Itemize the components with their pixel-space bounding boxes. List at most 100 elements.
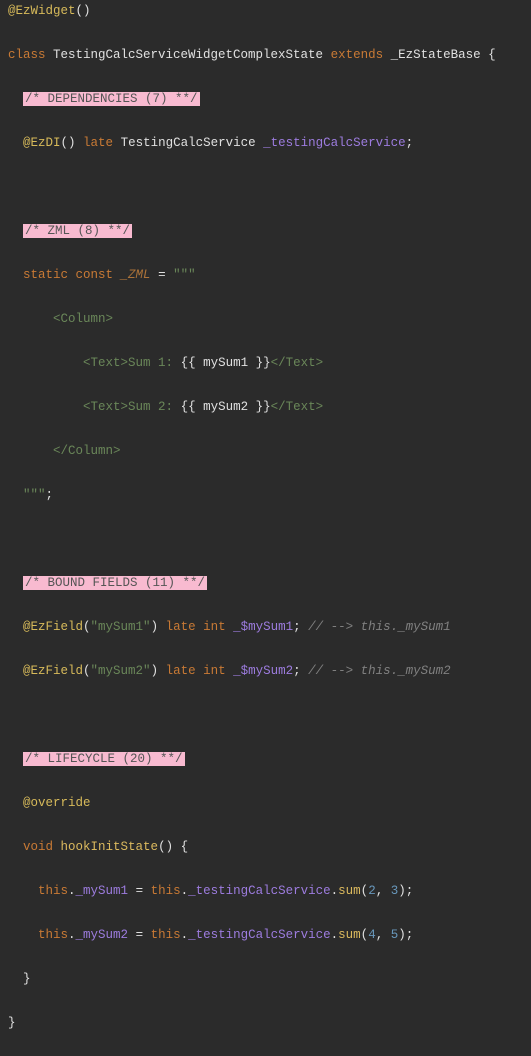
equals: = xyxy=(151,268,174,282)
code-line: </Column> xyxy=(0,440,531,462)
semicolon: ; xyxy=(293,664,301,678)
code-line: static const _ZML = """ xyxy=(0,264,531,286)
string-text: Sum 2: xyxy=(128,400,181,414)
string-text: Sum 1: xyxy=(128,356,181,370)
brace: } xyxy=(8,1016,16,1030)
string-tag: <Text> xyxy=(23,356,128,370)
code-line: /* BOUND FIELDS (11) **/ xyxy=(0,572,531,594)
code-block: @EzWidget() class TestingCalcServiceWidg… xyxy=(0,0,531,1056)
field: _mySum1 xyxy=(76,884,129,898)
identifier: _$mySum2 xyxy=(226,664,294,678)
paren: ( xyxy=(361,884,369,898)
paren-semi: ); xyxy=(398,884,413,898)
keyword: late xyxy=(158,664,203,678)
this: this xyxy=(151,884,181,898)
number: 2 xyxy=(368,884,376,898)
code-line: void hookInitState() { xyxy=(0,836,531,858)
comma: , xyxy=(376,928,391,942)
section-comment: /* BOUND FIELDS (11) **/ xyxy=(23,576,207,590)
comment: // --> this._mySum2 xyxy=(301,664,451,678)
dot: . xyxy=(331,884,339,898)
this: this xyxy=(38,928,68,942)
number: 5 xyxy=(391,928,399,942)
equals: = xyxy=(128,928,151,942)
template-expr: {{ mySum2 }} xyxy=(181,400,271,414)
field: _testingCalcService xyxy=(188,928,331,942)
paren: ) xyxy=(151,664,159,678)
paren: ( xyxy=(83,664,91,678)
paren: ) xyxy=(151,620,159,634)
base-class: _EzStateBase xyxy=(391,48,481,62)
dot: . xyxy=(181,884,189,898)
parens: () xyxy=(61,136,76,150)
number: 3 xyxy=(391,884,399,898)
this: this xyxy=(38,884,68,898)
equals: = xyxy=(128,884,151,898)
code-line: <Text>Sum 2: {{ mySum2 }}</Text> xyxy=(0,396,531,418)
section-comment: /* ZML (8) **/ xyxy=(23,224,132,238)
identifier: _ZML xyxy=(121,268,151,282)
string-tag: <Text> xyxy=(23,400,128,414)
type: TestingCalcService xyxy=(121,136,256,150)
keyword: static const xyxy=(23,268,121,282)
indent xyxy=(8,928,38,942)
semicolon: ; xyxy=(293,620,301,634)
code-line: @EzDI() late TestingCalcService _testing… xyxy=(0,132,531,154)
code-line: <Column> xyxy=(0,308,531,330)
code-line: @EzWidget() xyxy=(0,0,531,22)
paren-semi: ); xyxy=(398,928,413,942)
code-line: } xyxy=(0,1012,531,1034)
code-line: this._mySum1 = this._testingCalcService.… xyxy=(0,880,531,902)
semicolon: ; xyxy=(406,136,414,150)
code-line: this._mySum2 = this._testingCalcService.… xyxy=(0,924,531,946)
string-quote: """ xyxy=(23,488,46,502)
type: int xyxy=(203,664,226,678)
class-name: TestingCalcServiceWidgetComplexState xyxy=(53,48,323,62)
string-content: <Column> xyxy=(23,312,113,326)
comment: // --> this._mySum1 xyxy=(301,620,451,634)
comma: , xyxy=(376,884,391,898)
keyword: void xyxy=(23,840,61,854)
code-line: } xyxy=(0,968,531,990)
template-expr: {{ mySum1 }} xyxy=(181,356,271,370)
code-line: """; xyxy=(0,484,531,506)
parens-brace: () { xyxy=(158,840,188,854)
this: this xyxy=(151,928,181,942)
string-quote: """ xyxy=(173,268,196,282)
method: sum xyxy=(338,884,361,898)
keyword: extends xyxy=(323,48,391,62)
keyword: late xyxy=(158,620,203,634)
brace: { xyxy=(481,48,496,62)
semicolon: ; xyxy=(46,488,54,502)
code-line: /* ZML (8) **/ xyxy=(0,220,531,242)
dot: . xyxy=(181,928,189,942)
field: _mySum2 xyxy=(76,928,129,942)
function-name: hookInitState xyxy=(61,840,159,854)
indent xyxy=(8,884,38,898)
dot: . xyxy=(68,884,76,898)
annotation: @EzField xyxy=(23,664,83,678)
identifier: _$mySum1 xyxy=(226,620,294,634)
field: _testingCalcService xyxy=(188,884,331,898)
section-comment: /* LIFECYCLE (20) **/ xyxy=(23,752,185,766)
code-line: class TestingCalcServiceWidgetComplexSta… xyxy=(0,44,531,66)
annotation: @EzDI xyxy=(23,136,61,150)
dot: . xyxy=(331,928,339,942)
string: "mySum2" xyxy=(91,664,151,678)
string-content: </Column> xyxy=(23,444,121,458)
method: sum xyxy=(338,928,361,942)
annotation: @override xyxy=(23,796,91,810)
parens: () xyxy=(76,4,91,18)
string: "mySum1" xyxy=(91,620,151,634)
code-line: /* LIFECYCLE (20) **/ xyxy=(0,748,531,770)
code-line: @EzField("mySum2") late int _$mySum2; //… xyxy=(0,660,531,682)
code-line: @override xyxy=(0,792,531,814)
annotation: @EzWidget xyxy=(8,4,76,18)
section-comment: /* DEPENDENCIES (7) **/ xyxy=(23,92,200,106)
dot: . xyxy=(68,928,76,942)
code-line: @EzField("mySum1") late int _$mySum1; //… xyxy=(0,616,531,638)
code-line: /* DEPENDENCIES (7) **/ xyxy=(0,88,531,110)
paren: ( xyxy=(361,928,369,942)
number: 4 xyxy=(368,928,376,942)
keyword: late xyxy=(76,136,121,150)
